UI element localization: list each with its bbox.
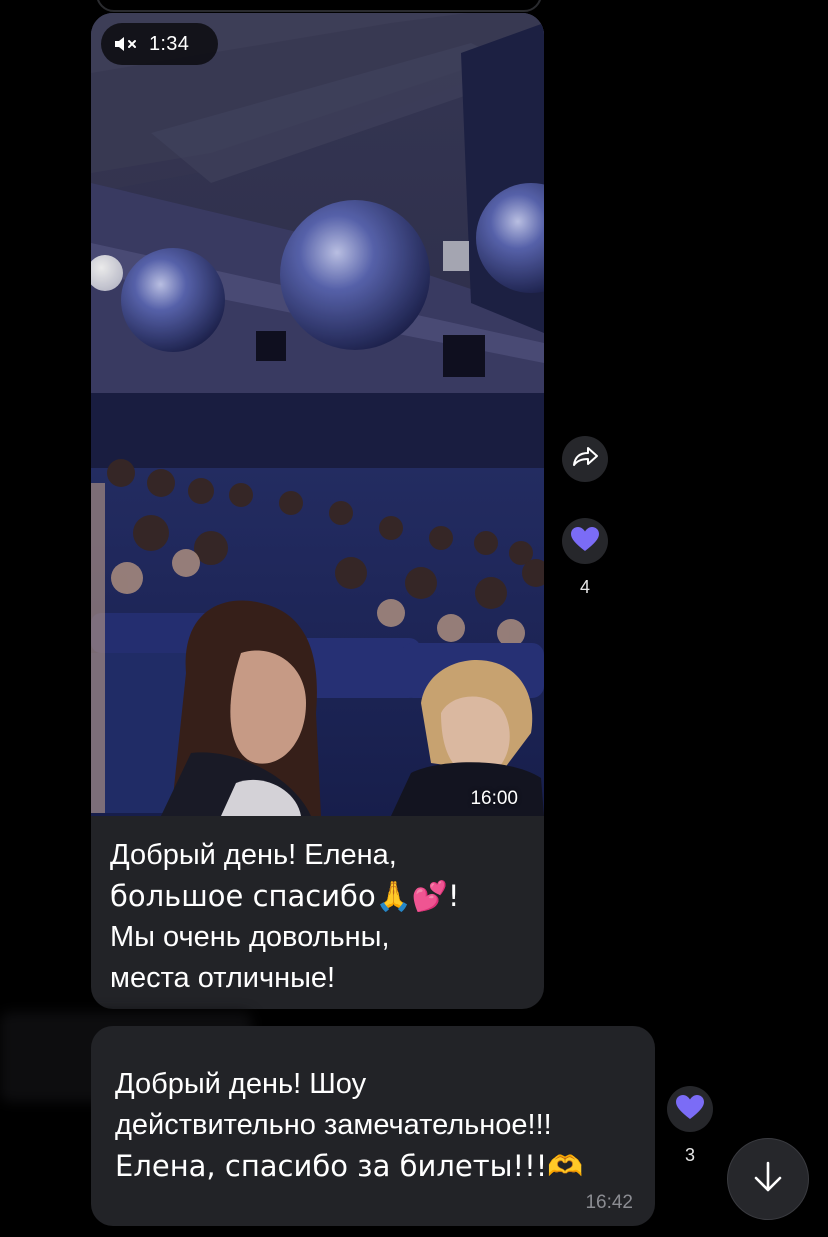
message-text-line: большое спасибо🙏💕! [110, 879, 460, 913]
video-player[interactable]: 1:34 16:00 [91, 13, 544, 816]
scroll-to-bottom-button[interactable] [727, 1138, 809, 1220]
message-text: Добрый день! Шоу действительно замечател… [115, 1064, 583, 1187]
message-text-line: Мы очень довольны, [110, 921, 390, 953]
message-text-line: места отличные! [110, 962, 336, 994]
previous-message-bubble[interactable] [96, 0, 542, 12]
purple-heart-icon [570, 526, 600, 557]
video-timestamp: 16:00 [470, 788, 518, 809]
chat-screen: 1:34 16:00 Добрый день! Елена, большое с… [0, 0, 828, 1237]
reaction-count: 4 [579, 577, 590, 597]
reaction-button[interactable] [562, 518, 608, 564]
message-text-line: действительно замечательное!!! [115, 1109, 552, 1141]
text-message-bubble[interactable]: Добрый день! Шоу действительно замечател… [91, 1026, 655, 1226]
speaker-muted-icon[interactable] [113, 34, 143, 54]
video-frame [91, 13, 544, 816]
message-text: Добрый день! Елена, большое спасибо🙏💕! М… [110, 835, 530, 999]
purple-heart-icon [675, 1094, 705, 1125]
arrow-down-icon [750, 1159, 786, 1200]
message-text-line: Добрый день! Шоу [115, 1068, 367, 1100]
share-arrow-icon [571, 446, 599, 473]
video-duration: 1:34 [149, 32, 190, 55]
message-timestamp: 16:42 [585, 1192, 633, 1213]
video-duration-badge[interactable]: 1:34 [101, 23, 218, 65]
message-text-line: Добрый день! Елена, [110, 839, 397, 871]
reaction-button[interactable] [667, 1086, 713, 1132]
share-button[interactable] [562, 436, 608, 482]
message-text-line: Елена, спасибо за билеты!!!🫶 [115, 1149, 584, 1183]
reaction-count: 3 [684, 1145, 695, 1165]
video-message-bubble[interactable]: 1:34 16:00 Добрый день! Елена, большое с… [91, 13, 544, 1009]
